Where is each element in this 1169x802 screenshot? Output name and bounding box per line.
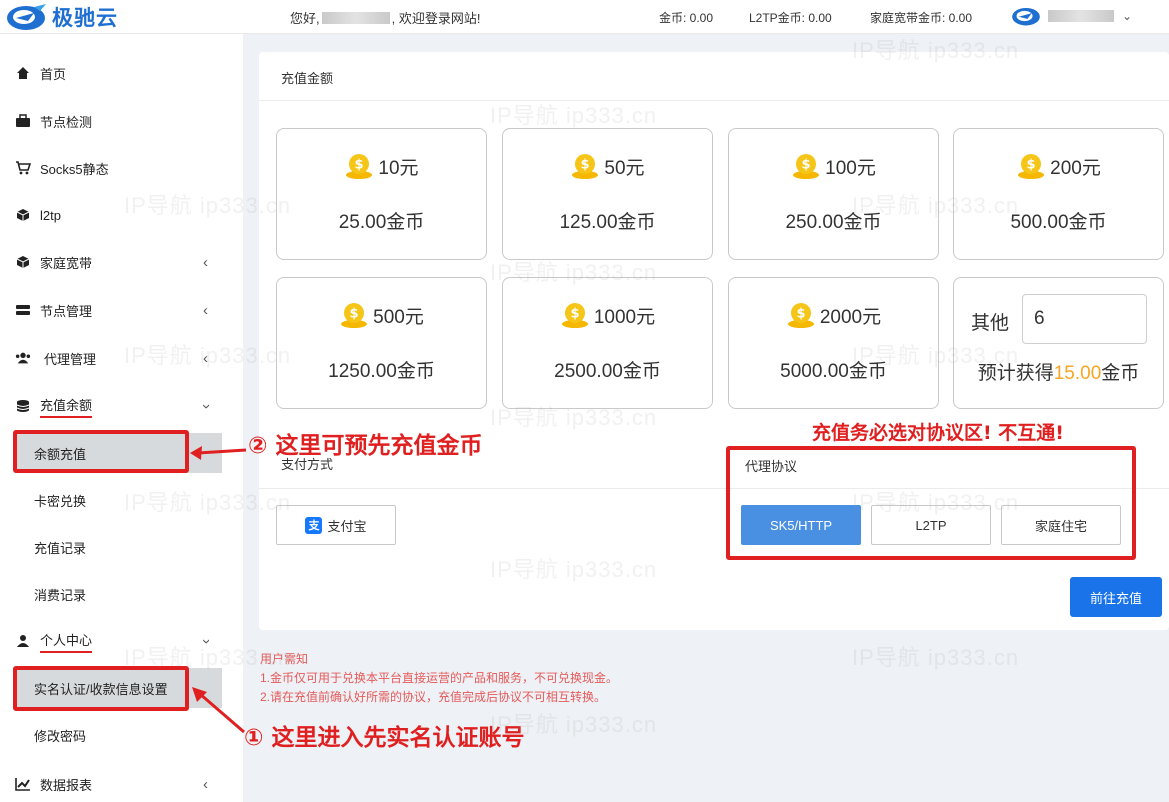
brand-name: 极驰云 [52, 7, 118, 30]
home-icon [15, 65, 31, 81]
other-label: 其他 [971, 313, 1010, 334]
chevron-left-icon: ‹ [203, 253, 208, 271]
submit-recharge-button[interactable]: 前往充值 [1070, 577, 1162, 617]
top-header: 极驰云 您好, , 欢迎登录网站! 金币: 0.00 L2TP金币: 0.00 … [0, 0, 1169, 34]
coin-icon: $ [561, 303, 588, 328]
coin-balance: 金币: 0.00 [659, 11, 714, 25]
cube-icon [15, 207, 31, 223]
greeting: 您好, , 欢迎登录网站! [290, 11, 481, 26]
watermark: IP导航 ip333.cn [124, 490, 292, 515]
briefcase-icon [15, 113, 31, 129]
svg-text:$: $ [581, 158, 590, 173]
sidebar-item-recharge-log[interactable]: 充值记录 [16, 527, 222, 567]
notice-line: 2.请在充值前确认好所需的协议，充值完成后协议不可相互转换。 [260, 690, 607, 704]
watermark: IP导航 ip333.cn [124, 193, 292, 218]
chevron-left-icon: ‹ [203, 775, 208, 793]
logo-icon [7, 4, 46, 30]
watermark: IP导航 ip333.cn [124, 645, 292, 670]
user-menu[interactable]: ⌄ [1010, 3, 1132, 29]
watermark: IP导航 ip333.cn [490, 260, 658, 285]
sidebar-item-node-manage[interactable]: 节点管理 ‹ [0, 290, 243, 330]
annotation-text-protocol: 充值务必选对协议区! 不互通! [812, 422, 1064, 444]
annotation-box-real-name [13, 666, 189, 711]
sidebar-item-socks5[interactable]: Socks5静态 [0, 148, 243, 188]
svg-text:$: $ [802, 158, 811, 173]
watermark: IP导航 ip333.cn [490, 557, 658, 582]
chevron-left-icon: ‹ [203, 301, 208, 319]
alipay-button[interactable]: 支 支付宝 [276, 505, 396, 545]
redacted-username [321, 11, 390, 24]
coin-icon: $ [346, 154, 373, 179]
watermark: IP导航 ip333.cn [852, 193, 1020, 218]
page-title: 充值金额 [281, 71, 334, 86]
coin-icon: $ [1018, 154, 1045, 179]
watermark: IP导航 ip333.cn [852, 645, 1020, 670]
coin-icon: $ [341, 303, 368, 328]
annotation-text-real-name: ① 这里进入先实名认证账号 [244, 725, 525, 751]
annotation-box-recharge [13, 430, 189, 473]
watermark: IP导航 ip333.cn [490, 712, 658, 737]
arrow-icon [192, 687, 245, 734]
cart-icon [15, 160, 31, 176]
coin-icon: $ [793, 154, 820, 179]
cube-icon [15, 254, 31, 270]
custom-amount-input[interactable]: 6 [1022, 294, 1147, 344]
user-icon [15, 633, 31, 649]
home-coin-balance: 家庭宽带金币: 0.00 [870, 11, 973, 25]
divider [259, 100, 1169, 101]
sidebar-item-home-broadband[interactable]: 家庭宽带 ‹ [0, 242, 243, 282]
svg-text:$: $ [570, 307, 579, 322]
notice-line: 1.金币仅可用于兑换本平台直接运营的产品和服务，不可兑换现金。 [260, 671, 619, 685]
watermark: IP导航 ip333.cn [852, 343, 1020, 368]
chevron-down-icon: ‹ [197, 403, 214, 409]
alipay-icon: 支 [305, 516, 323, 534]
amount-tile[interactable]: $1000元 2500.00金币 [502, 277, 713, 409]
svg-text:$: $ [796, 307, 805, 322]
svg-text:$: $ [1027, 158, 1036, 173]
sidebar-item-home[interactable]: 首页 [0, 53, 243, 93]
sidebar-item-spend-log[interactable]: 消费记录 [16, 574, 222, 614]
svg-text:$: $ [355, 158, 364, 173]
coins-icon [15, 398, 31, 414]
redacted-user [1048, 10, 1114, 22]
coin-icon: $ [787, 303, 814, 328]
watermark: IP导航 ip333.cn [490, 405, 658, 430]
arrow-icon [190, 446, 247, 460]
sidebar-item-node-check[interactable]: 节点检测 [0, 101, 243, 141]
watermark: IP导航 ip333.cn [490, 103, 658, 128]
watermark: IP导航 ip333.cn [852, 38, 1020, 63]
chevron-down-icon: ⌄ [1122, 9, 1133, 23]
annotation-text-recharge: ② 这里可预先充值金币 [248, 433, 483, 459]
svg-text:$: $ [350, 307, 359, 322]
watermark: IP导航 ip333.cn [852, 490, 1020, 515]
server-icon [15, 302, 31, 318]
sidebar-item-reports[interactable]: 数据报表 ‹ [0, 764, 243, 802]
amount-tile[interactable]: $50元 125.00金币 [502, 128, 713, 260]
sidebar-item-recharge[interactable]: 充值余额 ‹ [0, 386, 243, 426]
coin-icon: $ [572, 154, 599, 179]
user-avatar-icon [1012, 8, 1040, 26]
chart-icon [15, 776, 31, 792]
l2tp-coin-balance: L2TP金币: 0.00 [749, 11, 832, 25]
amount-tile[interactable]: $500元 1250.00金币 [276, 277, 487, 409]
brand-logo[interactable]: 极驰云 [4, 2, 118, 32]
users-icon [15, 350, 31, 366]
amount-tile[interactable]: $10元 25.00金币 [276, 128, 487, 260]
watermark: IP导航 ip333.cn [124, 343, 292, 368]
